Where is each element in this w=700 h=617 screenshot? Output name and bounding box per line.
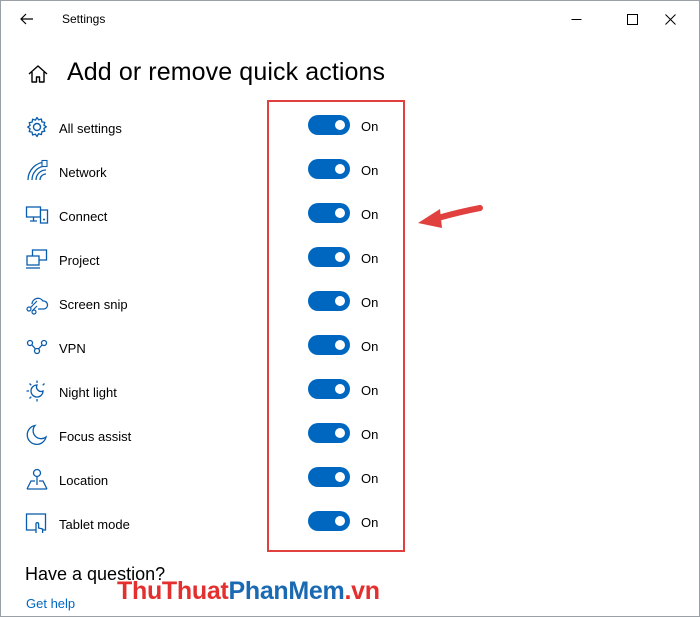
annotation-highlight-box — [267, 100, 405, 552]
maximize-icon — [626, 13, 638, 25]
quick-action-label: Night light — [59, 385, 117, 400]
night-light-icon — [26, 380, 45, 402]
quick-action-label: Project — [59, 253, 100, 268]
back-arrow-icon — [20, 13, 33, 25]
location-icon — [26, 468, 48, 490]
close-icon — [664, 13, 676, 25]
watermark-part-2: PhanMem — [228, 577, 345, 605]
watermark-logo: ThuThuatPhanMem.vn — [117, 577, 380, 606]
home-icon[interactable] — [27, 64, 49, 84]
quick-action-label: VPN — [59, 341, 86, 356]
quick-action-label: Focus assist — [59, 429, 132, 444]
close-button[interactable] — [647, 1, 693, 37]
get-help-link[interactable]: Get help — [26, 596, 75, 611]
minimize-button[interactable] — [553, 1, 599, 37]
settings-window: Settings Add or remove quick actions All… — [0, 0, 700, 617]
window-title: Settings — [62, 12, 106, 26]
focus-assist-icon — [26, 424, 48, 445]
title-bar: Settings — [1, 1, 699, 37]
minimize-icon — [571, 18, 581, 20]
quick-action-label: Screen snip — [59, 297, 128, 312]
quick-action-label: Network — [59, 165, 107, 180]
watermark-part-3: .vn — [344, 577, 380, 605]
gear-icon — [27, 116, 47, 138]
back-button[interactable] — [15, 7, 39, 31]
page-title: Add or remove quick actions — [67, 58, 386, 86]
tablet-mode-icon — [25, 513, 47, 533]
watermark-part-1: ThuThuat — [117, 577, 229, 605]
quick-action-label: All settings — [59, 121, 122, 136]
quick-action-label: Tablet mode — [59, 517, 130, 532]
quick-action-label: Location — [59, 473, 109, 488]
screen-snip-icon — [26, 297, 49, 315]
connect-icon — [25, 206, 49, 224]
vpn-icon — [26, 339, 48, 355]
project-icon — [26, 249, 48, 269]
annotation-arrow-icon — [418, 205, 483, 228]
quick-action-label: Connect — [59, 209, 108, 224]
network-icon — [27, 159, 48, 181]
